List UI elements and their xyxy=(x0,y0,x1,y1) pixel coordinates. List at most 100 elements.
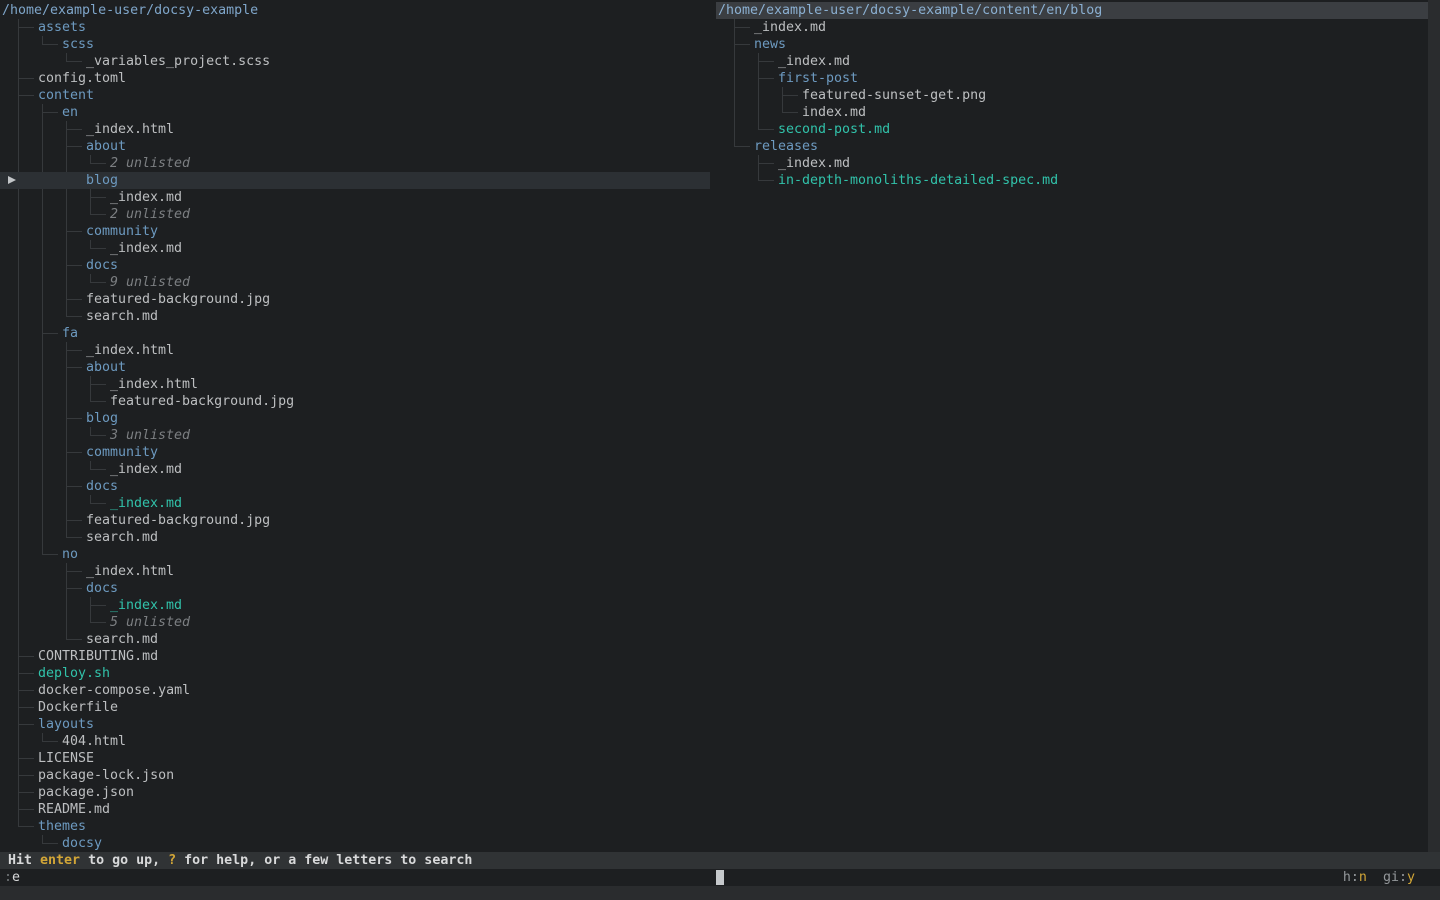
tree-row[interactable]: 2 unlisted xyxy=(0,155,710,172)
tree-row[interactable]: _index.html xyxy=(0,342,710,359)
tree-row[interactable]: _variables_project.scss xyxy=(0,53,710,70)
tree-row[interactable]: index.md xyxy=(716,104,1428,121)
tree-row[interactable]: Dockerfile xyxy=(0,699,710,716)
tree-guide-line xyxy=(18,461,35,478)
tree-row[interactable]: _index.md xyxy=(0,461,710,478)
tree-row[interactable]: package.json xyxy=(0,784,710,801)
tree-row[interactable]: _index.md xyxy=(0,495,710,512)
tree-guide-line xyxy=(758,121,775,130)
tree-row[interactable]: content xyxy=(0,87,710,104)
tree-row[interactable]: _index.md xyxy=(716,155,1428,172)
tree-row[interactable]: en xyxy=(0,104,710,121)
file-name: _index.md xyxy=(110,240,182,257)
tree-guide-line xyxy=(90,614,107,623)
tree-row[interactable]: 2 unlisted xyxy=(0,206,710,223)
input-bar[interactable]: :e h:n gi:y xyxy=(0,869,1440,886)
tree-row[interactable]: blog xyxy=(0,410,710,427)
tree-row[interactable]: featured-sunset-get.png xyxy=(716,87,1428,104)
git-info-value: y xyxy=(1407,870,1415,885)
tree-row[interactable]: featured-background.jpg xyxy=(0,393,710,410)
tree-row[interactable]: 5 unlisted xyxy=(0,614,710,631)
tree-row[interactable]: about xyxy=(0,359,710,376)
tree-row[interactable]: _index.html xyxy=(0,376,710,393)
tree-guide-line xyxy=(734,104,751,121)
tree-row[interactable]: second-post.md xyxy=(716,121,1428,138)
tree-row[interactable]: CONTRIBUTING.md xyxy=(0,648,710,665)
tree-row[interactable]: docs xyxy=(0,580,710,597)
tree-row[interactable]: LICENSE xyxy=(0,750,710,767)
file-name: search.md xyxy=(86,308,158,325)
unlisted-count: 2 unlisted xyxy=(110,206,190,223)
tree-row[interactable]: featured-background.jpg xyxy=(0,291,710,308)
tree-guide-line xyxy=(66,308,83,317)
tree-guide-line xyxy=(18,512,35,529)
tree-row[interactable]: first-post xyxy=(716,70,1428,87)
tree-row[interactable]: _index.md xyxy=(0,240,710,257)
command-input[interactable]: :e xyxy=(4,869,20,886)
tree-row[interactable]: layouts xyxy=(0,716,710,733)
tree-guide-line xyxy=(42,189,59,206)
file-name: package.json xyxy=(38,784,134,801)
tree-guide-line xyxy=(66,563,83,580)
tree-row[interactable]: README.md xyxy=(0,801,710,818)
tree-row[interactable]: _index.md xyxy=(0,597,710,614)
tree-guide-line xyxy=(18,614,35,631)
tree-guide-line xyxy=(42,274,59,291)
tree-guide-line xyxy=(66,495,83,512)
tree-row[interactable]: news xyxy=(716,36,1428,53)
tree-guide-line xyxy=(18,206,35,223)
tree-row[interactable]: package-lock.json xyxy=(0,767,710,784)
tree-row[interactable]: assets xyxy=(0,19,710,36)
tree-row[interactable]: deploy.sh xyxy=(0,665,710,682)
tree-row[interactable]: docs xyxy=(0,478,710,495)
tree-row[interactable]: in-depth-monoliths-detailed-spec.md xyxy=(716,172,1428,189)
tree-guide-line xyxy=(18,563,35,580)
file-name: search.md xyxy=(86,631,158,648)
tree-guide-line xyxy=(66,359,83,376)
directory-name: themes xyxy=(38,818,86,835)
left-panel-path[interactable]: /home/example-user/docsy-example xyxy=(0,2,710,19)
tree-row[interactable]: about xyxy=(0,138,710,155)
tree-guide-line xyxy=(42,308,59,325)
tree-guide-line xyxy=(18,597,35,614)
tree-row[interactable]: search.md xyxy=(0,631,710,648)
tree-row[interactable]: docsy xyxy=(0,835,710,852)
tree-row[interactable]: 404.html xyxy=(0,733,710,750)
scrollbar-gutter[interactable] xyxy=(1428,0,1440,852)
tree-guide-line xyxy=(42,240,59,257)
tree-guide-line xyxy=(18,444,35,461)
tree-row[interactable]: no xyxy=(0,546,710,563)
tree-row[interactable]: themes xyxy=(0,818,710,835)
tree-guide-line xyxy=(42,444,59,461)
tree-guide-line xyxy=(66,614,83,631)
tree-guide-line xyxy=(18,546,35,563)
tree-row[interactable]: docker-compose.yaml xyxy=(0,682,710,699)
tree-row[interactable]: config.toml xyxy=(0,70,710,87)
tree-row[interactable]: 9 unlisted xyxy=(0,274,710,291)
tree-row[interactable]: _index.html xyxy=(0,121,710,138)
tree-row[interactable]: _index.html xyxy=(0,563,710,580)
tree-row[interactable]: search.md xyxy=(0,529,710,546)
directory-name: assets xyxy=(38,19,86,36)
tree-row[interactable]: _index.md xyxy=(716,53,1428,70)
tree-row[interactable]: 3 unlisted xyxy=(0,427,710,444)
tree-row[interactable]: community xyxy=(0,444,710,461)
tree-row[interactable]: search.md xyxy=(0,308,710,325)
tree-guide-line xyxy=(42,104,59,121)
unlisted-count: 3 unlisted xyxy=(110,427,190,444)
tree-row-selected[interactable]: blog xyxy=(0,172,710,189)
right-panel-path[interactable]: /home/example-user/docsy-example/content… xyxy=(716,2,1428,19)
file-name: _index.md xyxy=(110,461,182,478)
text-cursor-block xyxy=(716,870,724,885)
status-text: to go up, xyxy=(80,853,168,868)
tree-row[interactable]: releases xyxy=(716,138,1428,155)
tree-row[interactable]: _index.md xyxy=(0,189,710,206)
tree-row[interactable]: scss xyxy=(0,36,710,53)
mode-gap xyxy=(1367,870,1383,885)
tree-row[interactable]: _index.md xyxy=(716,19,1428,36)
tree-row[interactable]: featured-background.jpg xyxy=(0,512,710,529)
tree-row[interactable]: docs xyxy=(0,257,710,274)
tree-row[interactable]: community xyxy=(0,223,710,240)
tree-guide-line xyxy=(18,274,35,291)
tree-row[interactable]: fa xyxy=(0,325,710,342)
